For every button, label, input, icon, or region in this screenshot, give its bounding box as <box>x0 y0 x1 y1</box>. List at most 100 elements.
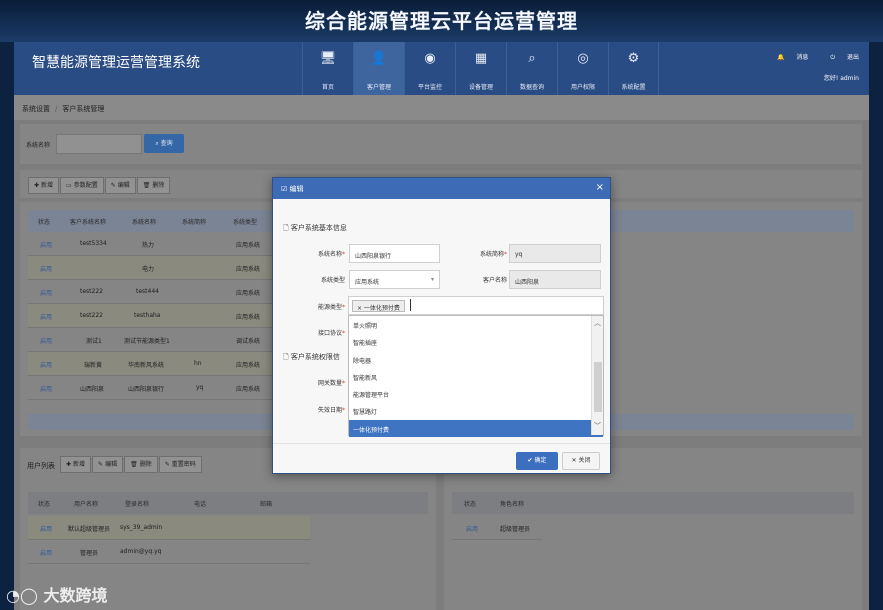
dropdown-scrollbar[interactable]: ︿ ﹀ <box>591 316 603 435</box>
system-name-search-input[interactable] <box>56 134 142 154</box>
dialog-title: 编辑 <box>289 185 304 193</box>
confirm-button[interactable]: ✔ 确定 <box>516 452 558 470</box>
abbr-cell: hn <box>194 360 202 367</box>
column-header[interactable]: 状态 <box>38 217 50 226</box>
column-header[interactable]: 角色名称 <box>500 499 524 508</box>
scrollbar-thumb[interactable] <box>594 362 602 412</box>
status-cell[interactable]: 启用 <box>40 288 52 297</box>
close-label: 关闭 <box>578 457 591 464</box>
banner-title: 综合能源管理云平台运营管理 <box>305 9 578 33</box>
protocol-label: 接口协议* <box>301 328 345 337</box>
dropdown-option-selected[interactable]: 一体化预付费 <box>349 419 603 438</box>
status-cell[interactable]: 启用 <box>40 524 52 533</box>
breadcrumb: 系统设置 / 客户系统管理 <box>14 95 869 120</box>
close-icon[interactable]: × <box>596 182 604 193</box>
customer-system-cell: test222 <box>80 312 103 319</box>
add-user-button[interactable]: ✚ 新增 <box>60 456 92 473</box>
customer-name-input[interactable]: 山西阳泉 <box>509 270 601 289</box>
user-row[interactable]: 启用 管理员 admin@yq.yq <box>28 540 310 564</box>
user-row[interactable]: 启用 默认超级管理员 sys_39_admin <box>28 516 310 540</box>
watermark: ◔◯ 大数跨境 <box>6 582 107 606</box>
column-header[interactable]: 电话 <box>194 499 206 508</box>
dropdown-option[interactable]: 智慧路灯 <box>349 402 603 419</box>
edit-icon: ✎ <box>110 182 116 189</box>
table-row[interactable]: 启用 瑞新黄 华南新风系统 hn 应用系统 <box>28 352 273 376</box>
column-header[interactable]: 系统简称 <box>182 217 206 226</box>
column-header[interactable]: 状态 <box>464 499 476 508</box>
close-icon: ✕ <box>571 457 577 464</box>
trash-icon: 🗑 <box>130 461 138 468</box>
table-row[interactable]: 启用 测试1 测试节能源类型1 调试系统 <box>28 328 273 352</box>
column-header[interactable]: 状态 <box>38 499 50 508</box>
system-name-input[interactable]: 山西阳泉银行 <box>349 244 440 263</box>
column-header[interactable]: 邮箱 <box>260 499 272 508</box>
nav-query[interactable]: ⌕ 数据查询 <box>506 42 557 95</box>
params-label: 参数配置 <box>73 182 98 189</box>
required-mark: * <box>342 304 345 311</box>
status-cell[interactable]: 启用 <box>40 360 52 369</box>
status-cell[interactable]: 启用 <box>40 264 52 273</box>
add-button[interactable]: ✚ 新增 <box>28 177 60 194</box>
edit-button[interactable]: ✎ 编辑 <box>104 177 136 194</box>
chevron-down-icon[interactable]: ﹀ <box>594 421 601 431</box>
nav-config[interactable]: ⚙ 系统配置 <box>608 42 659 95</box>
column-header[interactable]: 客户系统名称 <box>70 217 106 226</box>
params-button[interactable]: ▭ 参数配置 <box>60 177 104 194</box>
table-row[interactable]: 启用 电力 应用系统 <box>28 256 273 280</box>
delete-user-button[interactable]: 🗑 删除 <box>124 456 158 473</box>
table-row[interactable]: 启用 山西阳泉 山西阳泉银行 yq 应用系统 <box>28 376 273 400</box>
nav-label: 设备管理 <box>468 84 493 91</box>
abbr-cell: yq <box>196 384 204 391</box>
table-row[interactable]: 启用 test222 test444 应用系统 <box>28 280 273 304</box>
energy-type-multiselect[interactable]: × 一体化预付费 <box>348 296 604 315</box>
breadcrumb-current: 客户系统管理 <box>62 105 105 113</box>
system-cell: 电力 <box>142 266 155 273</box>
edit-dialog: ☑ 编辑 × 🗋 客户系统基本信息 系统名称* 山西阳泉银行 系统简称* yq … <box>272 177 611 474</box>
system-type-select[interactable]: 应用系统 ▾ <box>349 270 440 289</box>
nav-customer[interactable]: 👤 客户管理 <box>353 42 404 95</box>
query-button[interactable]: ⌕ 查询 <box>144 134 184 153</box>
column-header[interactable]: 系统类型 <box>233 217 257 226</box>
confirm-label: 确定 <box>534 457 547 464</box>
table-row[interactable]: 启用 test5334 热力 应用系统 <box>28 232 273 256</box>
energy-type-tag[interactable]: × 一体化预付费 <box>352 300 405 312</box>
close-button[interactable]: ✕ 关闭 <box>562 452 600 470</box>
table-row[interactable]: 启用 test222 testhaha 应用系统 <box>28 304 273 328</box>
status-cell[interactable]: 启用 <box>40 384 52 393</box>
edit-user-button[interactable]: ✎ 编辑 <box>92 456 124 473</box>
required-mark: * <box>504 251 507 258</box>
status-cell[interactable]: 启用 <box>40 312 52 321</box>
breadcrumb-parent[interactable]: 系统设置 <box>22 105 50 113</box>
status-cell[interactable]: 启用 <box>40 336 52 345</box>
status-cell[interactable]: 启用 <box>40 240 52 249</box>
nav-label: 首页 <box>321 84 334 91</box>
system-abbr-input[interactable]: yq <box>509 244 601 263</box>
reset-password-button[interactable]: ✎ 重置密码 <box>158 456 202 473</box>
nav-device[interactable]: ▦ 设备管理 <box>455 42 506 95</box>
user-list-title: 用户列表 <box>27 462 55 470</box>
dropdown-option[interactable]: 智能插座 <box>349 333 603 350</box>
nav-home[interactable]: 🖥 首页 <box>302 42 353 95</box>
logout-link[interactable]: ⏻ 退出 <box>820 54 859 61</box>
nav-label: 客户管理 <box>366 84 391 91</box>
delete-button[interactable]: 🗑 删除 <box>136 177 171 194</box>
status-cell[interactable]: 启用 <box>466 524 478 533</box>
column-header[interactable]: 系统名称 <box>132 217 156 226</box>
chevron-up-icon[interactable]: ︿ <box>594 318 601 328</box>
search-panel: 系统名称 ⌕ 查询 <box>20 124 862 164</box>
required-mark: * <box>342 251 345 258</box>
status-cell[interactable]: 启用 <box>40 548 52 557</box>
nav-monitor[interactable]: ◉ 平台监控 <box>404 42 455 95</box>
system-abbr-label: 系统简称* <box>463 249 507 258</box>
message-link[interactable]: 🔔 消息 <box>767 54 808 61</box>
user-table-header: 状态 用户名称 登录名称 电话 邮箱 <box>28 492 428 514</box>
dropdown-option[interactable]: 单火照明 <box>349 316 603 333</box>
role-row[interactable]: 启用 超级管理员 <box>452 516 542 540</box>
dropdown-option[interactable]: 能源管理平台 <box>349 385 603 402</box>
dropdown-option[interactable]: 除电器 <box>349 351 603 368</box>
column-header[interactable]: 用户名称 <box>74 499 98 508</box>
dropdown-option[interactable]: 智能新风 <box>349 368 603 385</box>
column-header[interactable]: 登录名称 <box>125 499 149 508</box>
nav-permission[interactable]: ◎ 用户权限 <box>557 42 608 95</box>
nav-label: 用户权限 <box>570 84 595 91</box>
